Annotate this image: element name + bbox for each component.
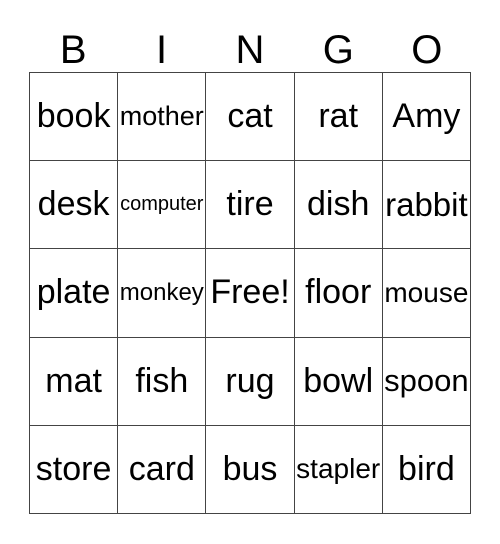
bingo-cell[interactable]: stapler <box>294 425 383 514</box>
cell-word: stapler <box>296 453 381 485</box>
cell-word: book <box>36 97 111 136</box>
cell-word: rat <box>318 97 359 136</box>
header-letter: G <box>322 28 354 72</box>
bingo-cell[interactable]: mother <box>118 73 207 162</box>
cell-word: mouse <box>384 276 469 308</box>
bingo-cell[interactable]: Amy <box>382 73 471 162</box>
bingo-header: BINGO <box>29 28 471 72</box>
cell-word: cat <box>227 97 273 136</box>
cell-word: store <box>35 449 112 488</box>
bingo-cell[interactable]: card <box>118 425 207 514</box>
bingo-cell[interactable]: fish <box>118 337 207 426</box>
bingo-cell[interactable]: rug <box>206 337 295 426</box>
bingo-cell[interactable]: bowl <box>294 337 383 426</box>
header-letter: N <box>235 28 265 72</box>
bingo-cell[interactable]: mouse <box>382 249 471 338</box>
bingo-cell[interactable]: book <box>30 73 119 162</box>
cell-word: Free! <box>210 273 290 312</box>
bingo-cell[interactable]: cat <box>206 73 295 162</box>
bingo-cell[interactable]: Free! <box>206 249 295 338</box>
cell-word: bowl <box>303 361 374 400</box>
cell-word: rabbit <box>385 185 468 223</box>
cell-word: mat <box>45 361 102 400</box>
cell-word: bus <box>222 449 278 488</box>
bingo-cell[interactable]: spoon <box>382 337 471 426</box>
bingo-cell[interactable]: bird <box>382 425 471 514</box>
bingo-cell[interactable]: plate <box>30 249 119 338</box>
cell-word: computer <box>120 193 204 216</box>
cell-word: bird <box>398 449 455 488</box>
cell-word: card <box>128 449 195 488</box>
header-letter: I <box>156 28 168 72</box>
cell-word: monkey <box>119 278 204 306</box>
bingo-cell[interactable]: tire <box>206 161 295 250</box>
header-letter: B <box>59 28 87 72</box>
cell-word: desk <box>37 185 110 224</box>
bingo-cell[interactable]: store <box>30 425 119 514</box>
cell-word: tire <box>226 185 274 224</box>
bingo-cell[interactable]: floor <box>294 249 383 338</box>
bingo-cell[interactable]: desk <box>30 161 119 250</box>
bingo-grid: book mother cat rat Amy desk computer tire dish r… <box>29 72 471 514</box>
bingo-cell[interactable]: mat <box>30 337 119 426</box>
bingo-cell[interactable]: rabbit <box>382 161 471 250</box>
bingo-cell[interactable]: computer <box>118 161 207 250</box>
cell-word: floor <box>305 273 372 312</box>
cell-word: dish <box>307 185 370 224</box>
bingo-cell[interactable]: dish <box>294 161 383 250</box>
cell-word: plate <box>36 273 111 312</box>
header-letter: O <box>411 28 443 72</box>
cell-word: Amy <box>392 97 461 136</box>
cell-word: spoon <box>384 363 469 399</box>
cell-word: mother <box>119 101 204 132</box>
bingo-cell[interactable]: bus <box>206 425 295 514</box>
bingo-cell[interactable]: monkey <box>118 249 207 338</box>
cell-word: rug <box>225 361 275 400</box>
bingo-cell[interactable]: rat <box>294 73 383 162</box>
cell-word: fish <box>135 361 189 400</box>
